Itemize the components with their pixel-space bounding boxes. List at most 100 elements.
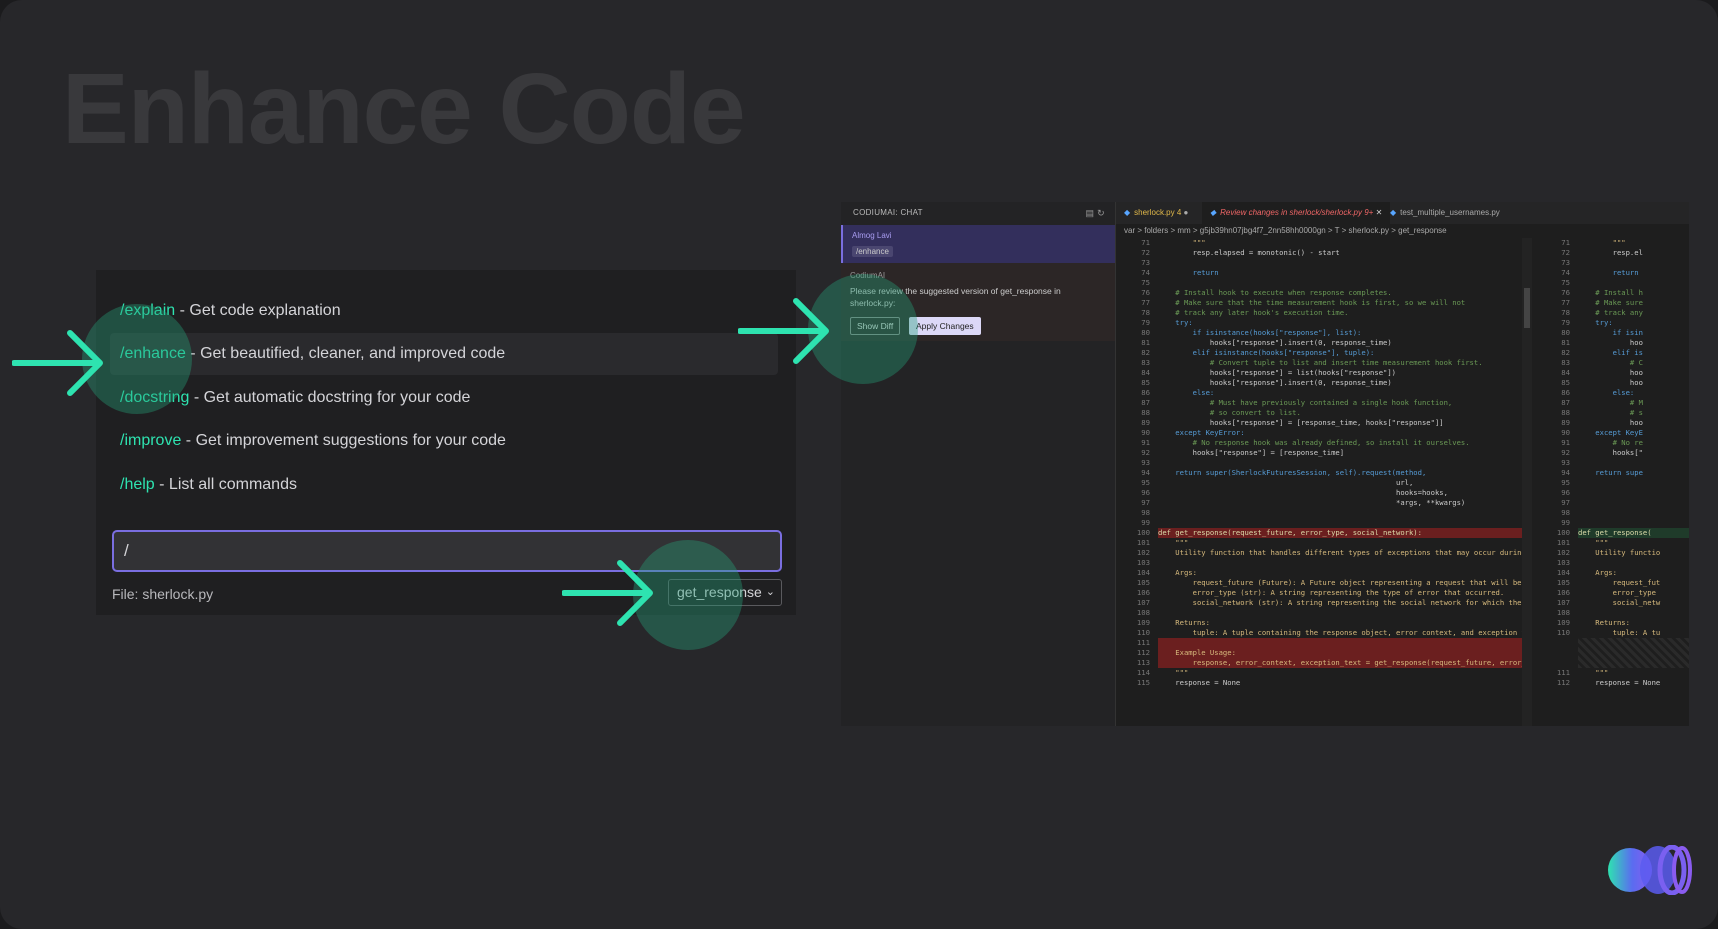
- code-line: hoo: [1578, 378, 1643, 387]
- command-item-enhance[interactable]: /enhance - Get beautified, cleaner, and …: [110, 333, 778, 375]
- code-line: except KeyE: [1578, 428, 1643, 437]
- line-number: 73: [1141, 258, 1150, 267]
- code-line: """: [1578, 238, 1626, 247]
- python-file-icon: ◆: [1210, 208, 1217, 217]
- tab-sherlock[interactable]: ◆ sherlock.py 4 ●: [1116, 202, 1210, 224]
- diff-editor: ◆ sherlock.py 4 ● ◆ Review changes in sher…: [1116, 202, 1689, 726]
- code-line: hooks[": [1578, 448, 1643, 457]
- line-number: 112: [1136, 648, 1150, 657]
- line-number: 95: [1141, 478, 1150, 487]
- line-number: 85: [1141, 378, 1150, 387]
- line-number: 74: [1561, 268, 1570, 277]
- code-line: """: [1578, 538, 1609, 547]
- code-line: elif is: [1578, 348, 1643, 357]
- code-line: elif isinstance(hooks["response"], tuple…: [1158, 348, 1375, 357]
- line-number: 95: [1561, 478, 1570, 487]
- chat-header-icons[interactable]: ▤ ↻: [1086, 202, 1105, 224]
- code-line: tuple: A tu: [1578, 628, 1661, 637]
- python-file-icon: ◆: [1124, 208, 1131, 217]
- code-line: # s: [1578, 408, 1643, 417]
- command-item-explain[interactable]: /explain - Get code explanation: [110, 290, 778, 332]
- scrollbar-thumb[interactable]: [1524, 288, 1530, 328]
- line-number: 84: [1561, 368, 1570, 377]
- chat-header: CODIUMAI: CHAT ▤ ↻: [841, 202, 1115, 224]
- code-line: Utility functio: [1578, 548, 1661, 557]
- line-number: 82: [1141, 348, 1150, 357]
- line-number: 92: [1561, 448, 1570, 457]
- command-item-improve[interactable]: /improve - Get improvement suggestions f…: [110, 420, 778, 462]
- line-number: 76: [1561, 288, 1570, 297]
- line-number: 84: [1141, 368, 1150, 377]
- command-item-docstring[interactable]: /docstring - Get automatic docstring for…: [110, 377, 778, 419]
- code-line: if isin: [1578, 328, 1643, 337]
- tab-review-changes[interactable]: ◆ Review changes in sherlock/sherlock.py …: [1202, 202, 1390, 224]
- line-number: 81: [1141, 338, 1150, 347]
- line-number: 98: [1141, 508, 1150, 517]
- line-number: 96: [1141, 488, 1150, 497]
- line-number: 109: [1556, 618, 1570, 627]
- arrow-right-icon: [562, 560, 653, 626]
- code-line: # C: [1578, 358, 1643, 367]
- line-number: 91: [1561, 438, 1570, 447]
- code-line: # Convert tuple to list and insert time …: [1158, 358, 1483, 367]
- file-label: File: sherlock.py: [112, 586, 214, 602]
- code-line: # Make sure: [1578, 298, 1643, 307]
- line-number: 112: [1556, 678, 1570, 687]
- code-line: return: [1158, 268, 1219, 277]
- close-icon[interactable]: ✕: [1373, 208, 1383, 217]
- user-command: /enhance: [852, 246, 893, 257]
- code-line: return supe: [1578, 468, 1643, 477]
- code-line: social_network (str): A string represent…: [1158, 598, 1522, 607]
- code-line: tuple: A tuple containing the response o…: [1158, 628, 1522, 637]
- line-number: 99: [1561, 518, 1570, 527]
- line-number: 111: [1556, 668, 1570, 677]
- code-left: """ resp.elapsed = monotonic() - start r…: [1158, 238, 1522, 688]
- code-line: return: [1578, 268, 1639, 277]
- line-numbers-right: 71 72 73 74 75 76 77 78 79 80 81 82 83 84 85 86 87 88 89 90…: [1536, 238, 1570, 688]
- apply-changes-button[interactable]: Apply Changes: [909, 317, 981, 335]
- code-line: hooks["response"] = [response_time]: [1158, 448, 1345, 457]
- tab-test-multiple-usernames[interactable]: ◆ test_multiple_usernames.py: [1382, 202, 1540, 224]
- code-line: return super(SherlockFuturesSession, sel…: [1158, 468, 1427, 477]
- line-number: 80: [1141, 328, 1150, 337]
- line-number: 105: [1556, 578, 1570, 587]
- line-number: 75: [1561, 278, 1570, 287]
- line-number: 87: [1561, 398, 1570, 407]
- code-line: Example Usage:: [1158, 648, 1236, 657]
- line-number: [1536, 658, 1570, 668]
- line-number: 89: [1561, 418, 1570, 427]
- line-number: 101: [1136, 538, 1150, 547]
- line-number: 107: [1136, 598, 1150, 607]
- code-line: resp.el: [1578, 248, 1643, 257]
- line-number: 102: [1556, 548, 1570, 557]
- line-number: 99: [1141, 518, 1150, 527]
- code-line: hooks["response"] = list(hooks["response…: [1158, 368, 1396, 377]
- code-line: response = None: [1578, 678, 1661, 687]
- code-line: Returns:: [1578, 618, 1630, 627]
- arrow-right-icon: [738, 298, 829, 364]
- code-line: def get_response(: [1578, 528, 1652, 537]
- code-line: try:: [1158, 318, 1193, 327]
- line-number: 97: [1141, 498, 1150, 507]
- code-line: error_type: [1578, 588, 1656, 597]
- code-line: request_fut: [1578, 578, 1661, 587]
- command-item-help[interactable]: /help - List all commands: [110, 464, 778, 506]
- user-message: Almog Lavi /enhance: [841, 225, 1115, 263]
- line-number: 93: [1561, 458, 1570, 467]
- line-number: 90: [1141, 428, 1150, 437]
- scrollbar[interactable]: [1522, 238, 1532, 726]
- code-line: def get_response(request_future, error_t…: [1158, 528, 1422, 537]
- code-line: request_future (Future): A Future object…: [1158, 578, 1522, 587]
- line-number: 111: [1136, 638, 1150, 647]
